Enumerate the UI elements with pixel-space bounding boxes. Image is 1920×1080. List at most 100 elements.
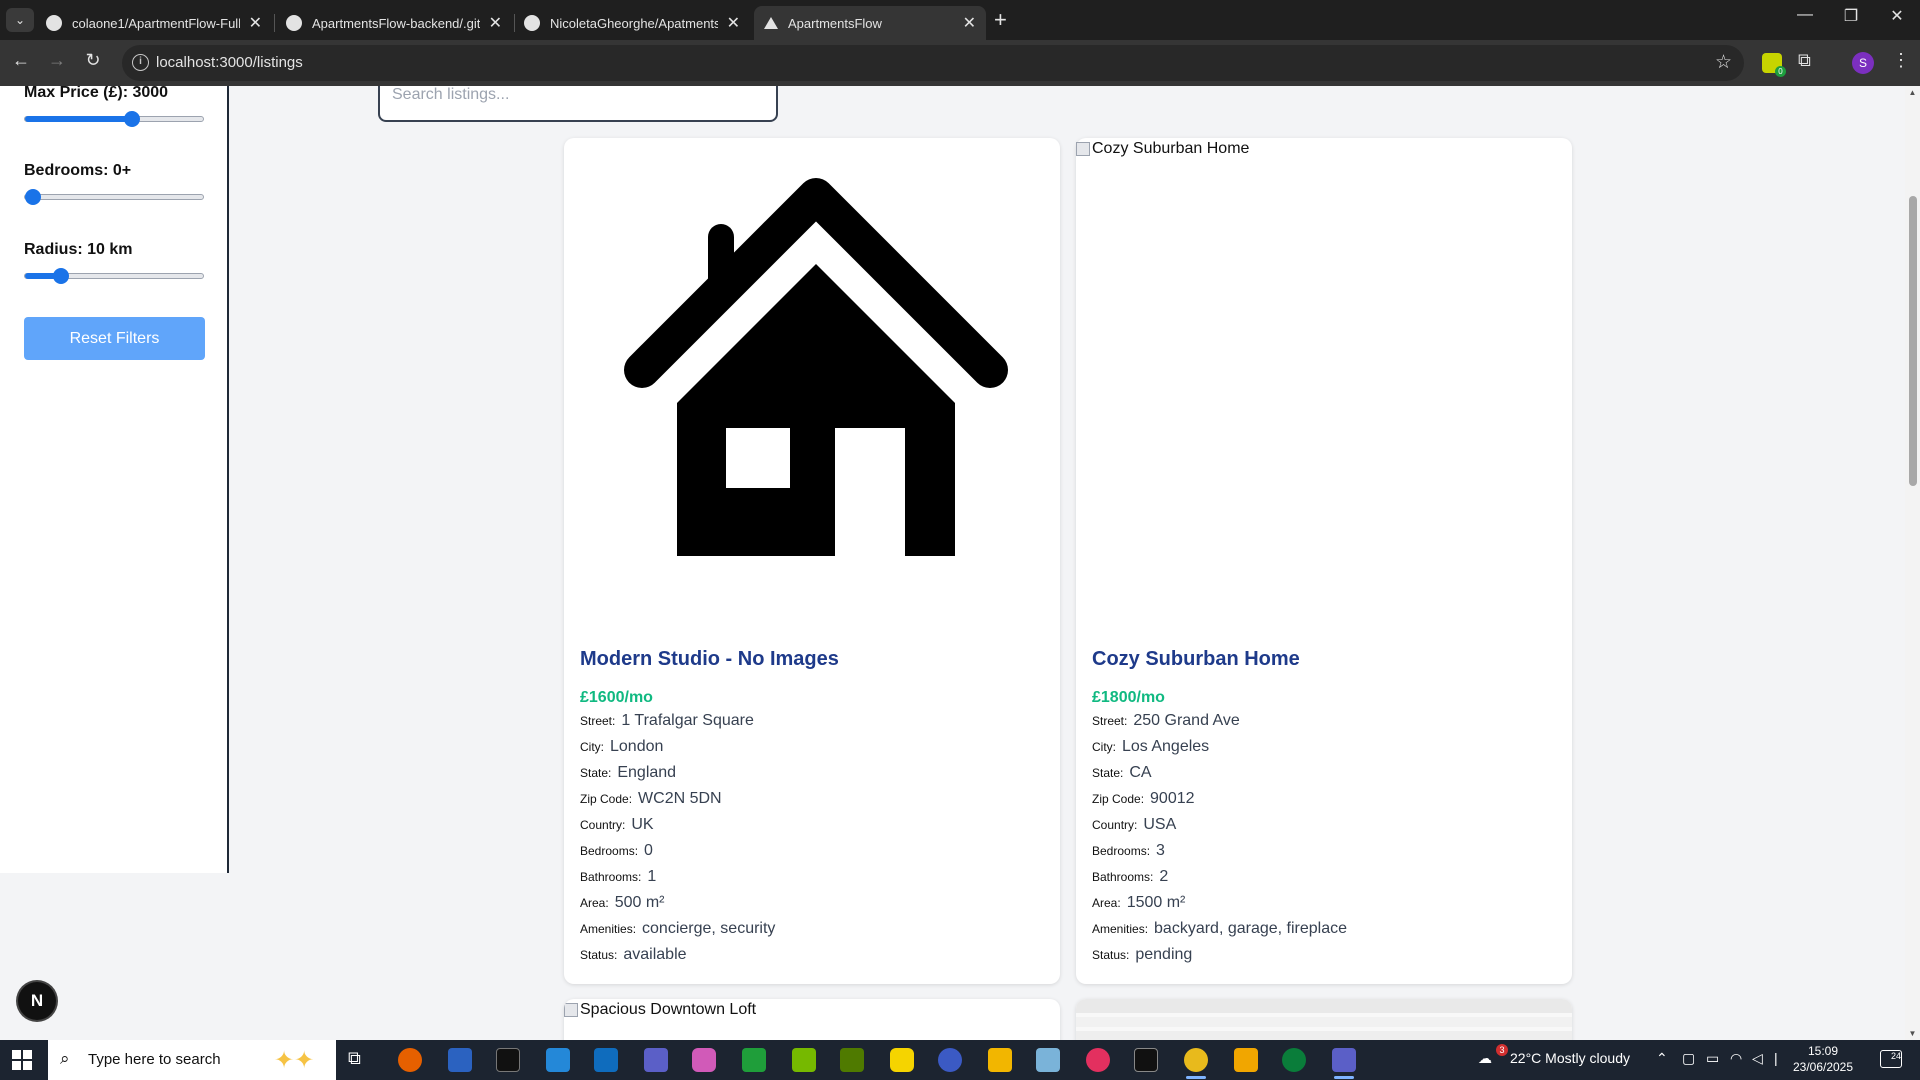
reset-filters-button[interactable]: Reset Filters <box>24 317 205 360</box>
taskbar-clock[interactable]: 15:09 23/06/2025 <box>1786 1043 1860 1075</box>
listing-price: £1600/mo <box>580 689 653 706</box>
radius-slider[interactable] <box>24 268 204 284</box>
slack-icon[interactable] <box>1086 1048 1110 1072</box>
close-icon[interactable]: ✕ <box>249 13 262 33</box>
teams-icon[interactable] <box>1332 1048 1356 1079</box>
todo-icon[interactable] <box>890 1048 914 1072</box>
scroll-down-icon[interactable]: ▼ <box>1905 1029 1920 1038</box>
close-icon[interactable]: ✕ <box>727 13 740 33</box>
listing-card[interactable]: Spacious Downtown Loft <box>564 999 1060 1040</box>
powershell-icon[interactable] <box>448 1048 472 1072</box>
back-icon[interactable]: ← <box>8 50 34 71</box>
tab-search-button[interactable]: ⌄ <box>6 8 34 32</box>
broken-image: Spacious Downtown Loft <box>564 1001 756 1019</box>
address-bar[interactable]: i localhost:3000/listings ☆ <box>122 45 1744 81</box>
weather-icon[interactable]: ☁ <box>1478 1050 1492 1067</box>
listing-title[interactable]: Cozy Suburban Home <box>1092 648 1300 671</box>
task-view-icon[interactable]: ⧉ <box>348 1048 372 1072</box>
taskbar-search[interactable]: ⌕ Type here to search ✦✦ <box>48 1040 336 1080</box>
app-icon[interactable] <box>1134 1048 1158 1072</box>
notes-icon[interactable] <box>1036 1048 1060 1072</box>
detail-key: City: <box>1092 740 1116 754</box>
firefox-icon[interactable] <box>398 1048 422 1072</box>
scrollbar-thumb[interactable] <box>1909 196 1917 486</box>
detail-value: 3 <box>1156 842 1165 859</box>
detail-key: Zip Code: <box>1092 792 1145 806</box>
slider-thumb[interactable] <box>52 268 69 284</box>
device-icon[interactable]: ▢ <box>1682 1050 1695 1067</box>
spreadsheet-icon[interactable] <box>742 1048 766 1072</box>
profile-avatar[interactable]: S <box>1852 52 1874 74</box>
close-icon[interactable]: ✕ <box>963 13 976 33</box>
close-icon[interactable]: ✕ <box>489 13 502 33</box>
max-price-label: Max Price (£): 3000 <box>24 86 169 101</box>
detail-key: Bedrooms: <box>580 844 639 858</box>
notifications-icon[interactable]: 24 <box>1880 1050 1902 1068</box>
extension-icon[interactable]: 0 <box>1762 53 1786 77</box>
detail-value: concierge, security <box>642 920 776 937</box>
tab-2[interactable]: ApartmentsFlow-backend/.gitig ✕ <box>276 6 512 40</box>
restore-icon[interactable]: ❐ <box>1828 6 1874 26</box>
max-price-slider[interactable] <box>24 111 204 127</box>
detail-zip: Zip Code: 90012 <box>1092 790 1347 816</box>
terminal-icon[interactable] <box>496 1048 520 1072</box>
url-text[interactable]: localhost:3000/listings <box>156 54 303 71</box>
puzzle-app-icon[interactable] <box>1234 1048 1258 1072</box>
nvidia-icon[interactable] <box>792 1048 816 1072</box>
wifi-icon[interactable]: ◠ <box>1730 1050 1742 1067</box>
battery-icon[interactable]: ▭ <box>1706 1050 1719 1067</box>
broken-image-icon <box>1076 142 1090 156</box>
chevron-up-icon[interactable]: ⌃ <box>1656 1050 1668 1067</box>
nextjs-dev-badge[interactable]: N <box>18 982 56 1020</box>
detail-key: Area: <box>580 896 609 910</box>
tab-1[interactable]: colaone1/ApartmentFlow-Fullst ✕ <box>36 6 272 40</box>
tab-3[interactable]: NicoletaGheorghe/ApatmentsF ✕ <box>514 6 750 40</box>
listing-card[interactable]: Modern Studio - No Images £1600/mo Stree… <box>564 138 1060 984</box>
listing-details: Street: 1 Trafalgar Square City: London St… <box>580 712 775 972</box>
nvidia-settings-icon[interactable] <box>840 1048 864 1072</box>
windows-start-icon[interactable] <box>12 1050 32 1070</box>
copilot-icon[interactable] <box>692 1048 716 1072</box>
microphone-icon[interactable]: | <box>1774 1050 1778 1066</box>
new-tab-button[interactable]: + <box>994 8 1007 32</box>
bookmark-star-icon[interactable]: ☆ <box>1715 51 1732 74</box>
detail-area: Area: 500 m² <box>580 894 775 920</box>
tab-4-active[interactable]: ApartmentsFlow ✕ <box>754 6 986 40</box>
thumbnail-strip <box>1076 1017 1572 1027</box>
detail-value: 500 m² <box>614 894 665 911</box>
outlook-icon[interactable] <box>594 1048 618 1072</box>
mongodb-icon[interactable] <box>1282 1048 1306 1072</box>
search-input[interactable]: Search listings... <box>378 86 778 122</box>
detail-key: State: <box>580 766 612 780</box>
reload-icon[interactable]: ↻ <box>80 50 106 71</box>
teams-icon[interactable] <box>644 1048 668 1072</box>
site-info-icon[interactable]: i <box>132 54 149 71</box>
app-icon[interactable] <box>938 1048 962 1072</box>
browser-toolbar: ← → ↻ i localhost:3000/listings ☆ 0 ⧉ S … <box>0 40 1920 86</box>
detail-bedrooms: Bedrooms: 0 <box>580 842 775 868</box>
page-scrollbar[interactable]: ▲ ▼ <box>1905 86 1920 1040</box>
taskbar-search-placeholder: Type here to search <box>88 1051 221 1068</box>
browser-menu-icon[interactable]: ⋮ <box>1892 50 1910 71</box>
bedrooms-slider[interactable] <box>24 189 204 205</box>
file-explorer-icon[interactable] <box>988 1048 1012 1072</box>
slider-thumb[interactable] <box>25 189 41 205</box>
scroll-up-icon[interactable]: ▲ <box>1905 88 1920 97</box>
listing-card[interactable]: Cozy Suburban Home Cozy Suburban Home £1… <box>1076 138 1572 984</box>
chrome-icon[interactable] <box>1184 1048 1208 1079</box>
forward-icon[interactable]: → <box>44 50 70 71</box>
minimize-icon[interactable]: — <box>1782 6 1828 24</box>
window-close-icon[interactable]: ✕ <box>1874 6 1920 26</box>
listing-card[interactable] <box>1076 999 1572 1040</box>
weather-text[interactable]: 22°C Mostly cloudy <box>1510 1050 1630 1066</box>
vscode-icon[interactable] <box>546 1048 570 1072</box>
detail-country: Country: USA <box>1092 816 1347 842</box>
extensions-puzzle-icon[interactable]: ⧉ <box>1798 50 1811 71</box>
detail-zip: Zip Code: WC2N 5DN <box>580 790 775 816</box>
listing-title[interactable]: Modern Studio - No Images <box>580 648 839 671</box>
broken-image: Cozy Suburban Home <box>1076 140 1249 158</box>
listing-image <box>564 138 1060 628</box>
slider-thumb[interactable] <box>123 111 140 127</box>
detail-key: Area: <box>1092 896 1121 910</box>
volume-icon[interactable]: ◁ <box>1752 1050 1763 1067</box>
